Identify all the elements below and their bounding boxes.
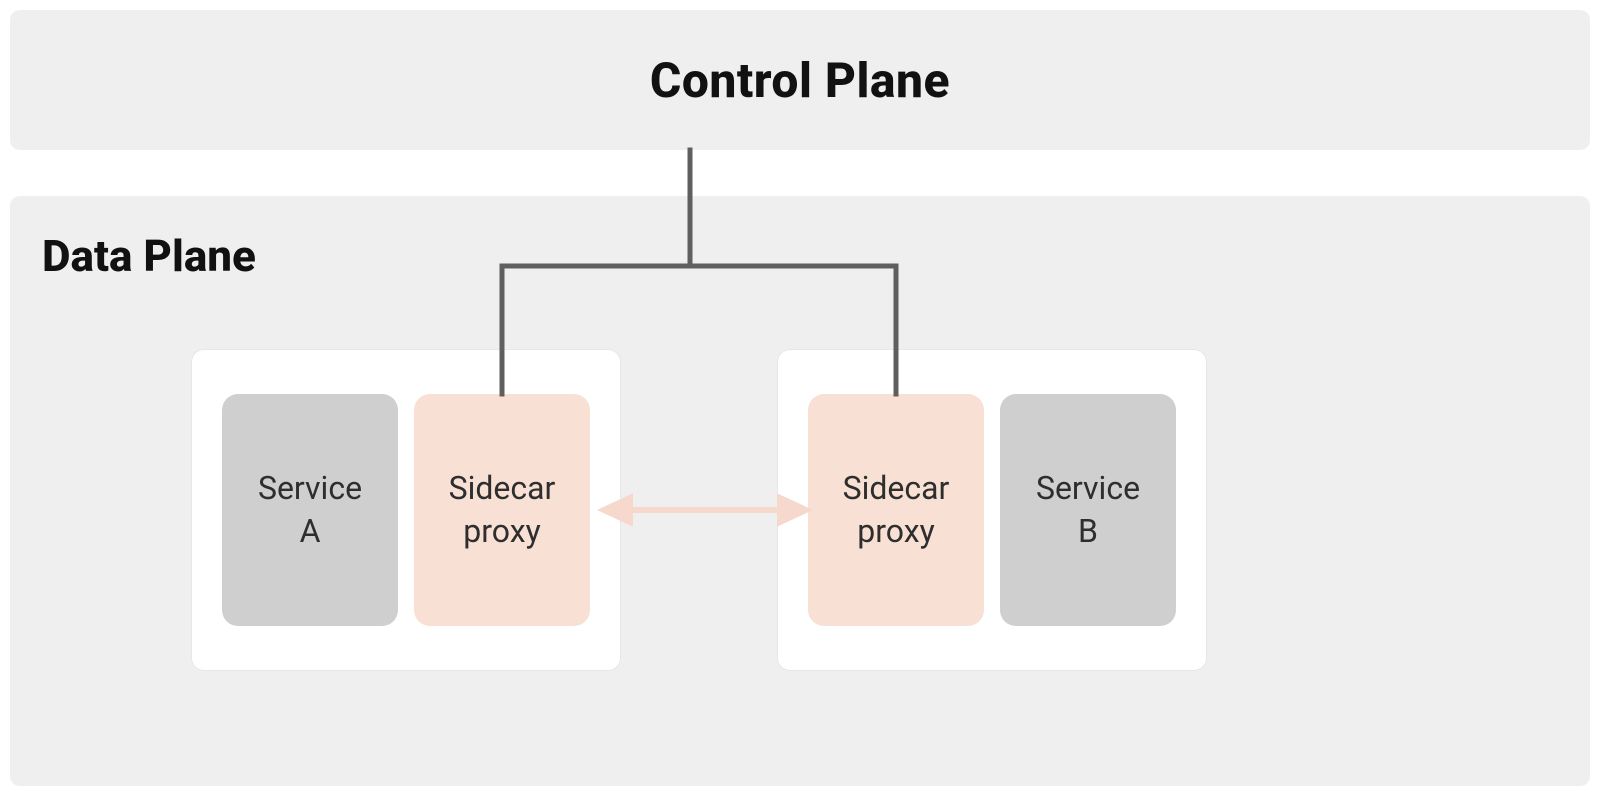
service-a-label: ServiceA bbox=[258, 467, 362, 553]
service-b-label: ServiceB bbox=[1036, 467, 1140, 553]
sidecar-a-label: Sidecarproxy bbox=[449, 467, 556, 553]
pod-b: Sidecarproxy ServiceB bbox=[778, 350, 1206, 670]
control-plane-title: Control Plane bbox=[650, 52, 950, 109]
sidecar-a-box: Sidecarproxy bbox=[414, 394, 590, 626]
sidecar-b-box: Sidecarproxy bbox=[808, 394, 984, 626]
sidecar-b-label: Sidecarproxy bbox=[843, 467, 950, 553]
service-b-box: ServiceB bbox=[1000, 394, 1176, 626]
control-plane-panel: Control Plane bbox=[10, 10, 1590, 150]
diagram-root: Control Plane Data Plane ServiceA Sideca… bbox=[0, 0, 1600, 794]
service-a-box: ServiceA bbox=[222, 394, 398, 626]
data-plane-panel: Data Plane ServiceA Sidecarproxy Sidecar… bbox=[10, 196, 1590, 786]
pod-a: ServiceA Sidecarproxy bbox=[192, 350, 620, 670]
data-plane-title: Data Plane bbox=[42, 230, 256, 282]
